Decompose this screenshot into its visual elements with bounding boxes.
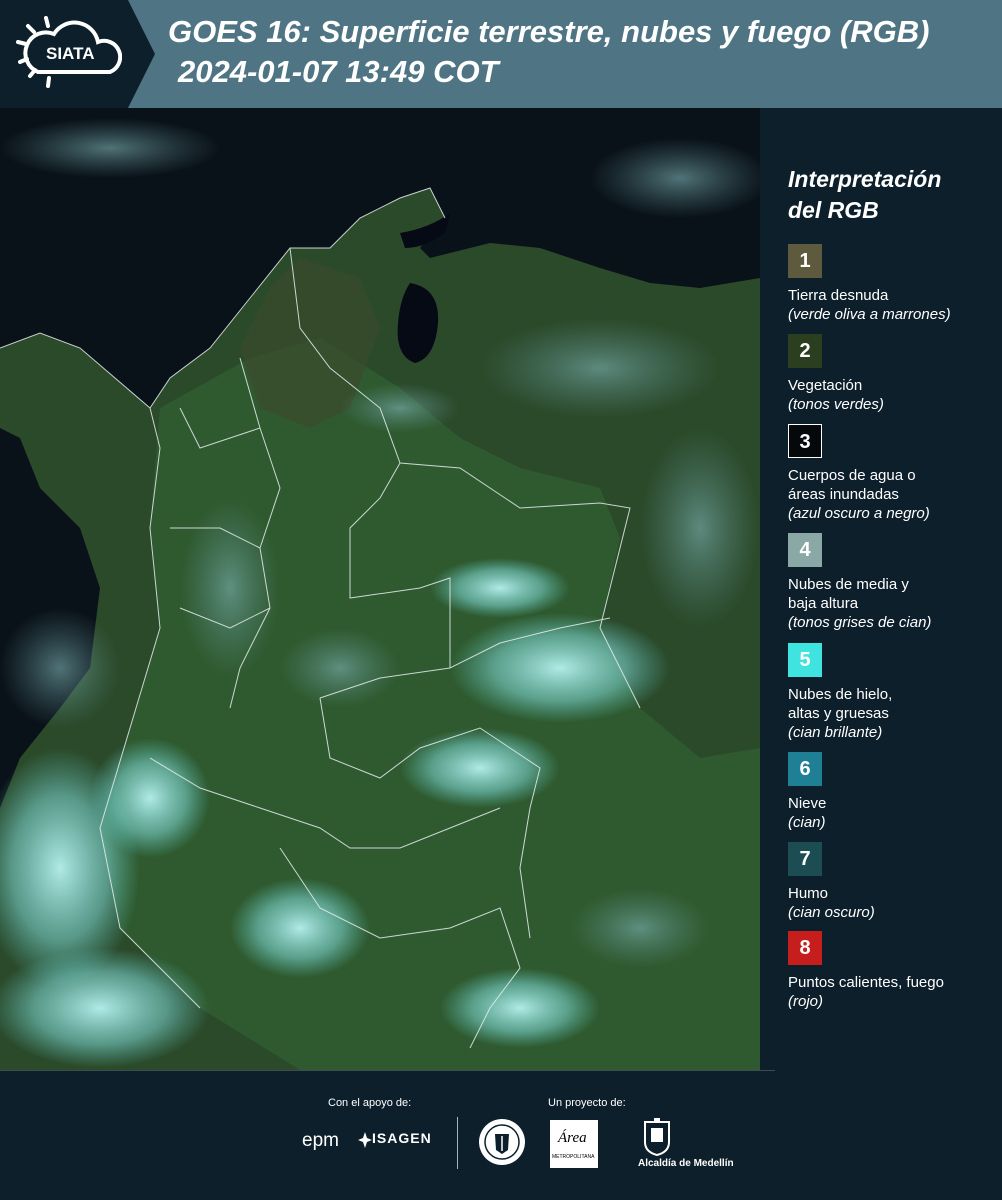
legend-item-label-line2: baja altura xyxy=(788,595,859,612)
legend-item-bare-land: 1 Tierra desnuda (verde oliva a marrones… xyxy=(788,244,951,324)
satellite-image[interactable] xyxy=(0,108,760,1070)
swatch-6: 6 xyxy=(788,752,822,786)
timestamp: 2024-01-07 13:49 COT xyxy=(178,54,499,89)
university-seal-icon xyxy=(479,1119,525,1165)
legend-item-fire: 8 Puntos calientes, fuego (rojo) xyxy=(788,931,944,1011)
legend-item-water: 3 Cuerpos de agua o áreas inundadas (azu… xyxy=(788,424,930,523)
footer-divider xyxy=(0,1070,775,1071)
legend-item-label: Nieve xyxy=(788,795,827,812)
support-label: Con el apoyo de: xyxy=(328,1097,412,1109)
area-logo-text: Área xyxy=(558,1130,587,1146)
logo-text: SIATA xyxy=(46,44,95,63)
swatch-4: 4 xyxy=(788,533,822,567)
legend-item-note: (azul oscuro a negro) xyxy=(788,505,930,522)
legend-item-snow: 6 Nieve (cian) xyxy=(788,752,826,832)
legend-item-note: (cian brillante) xyxy=(788,724,883,741)
legend-item-label: Puntos calientes, fuego xyxy=(788,974,944,991)
legend-item-note: (rojo) xyxy=(788,993,824,1010)
swatch-3: 3 xyxy=(788,424,822,458)
satellite-map xyxy=(0,108,760,1070)
swatch-1: 1 xyxy=(788,244,822,278)
legend-item-note: (cian) xyxy=(788,814,826,831)
project-label: Un proyecto de: xyxy=(548,1097,626,1109)
area-logo-subtext: METROPOLITANA xyxy=(552,1154,595,1160)
header: SIATA GOES 16: Superficie terrestre, nub… xyxy=(0,0,1002,108)
legend-item-label: Tierra desnuda xyxy=(788,287,889,304)
swatch-8: 8 xyxy=(788,931,822,965)
swatch-5: 5 xyxy=(788,643,822,677)
legend-item-label: Humo xyxy=(788,885,829,902)
alcaldia-logo: Alcaldía de Medellín xyxy=(638,1158,734,1169)
medellin-crest-icon xyxy=(644,1118,670,1156)
legend-item-note: (tonos grises de cian) xyxy=(788,614,932,631)
legend-item-ice-clouds: 5 Nubes de hielo, altas y gruesas (cian … xyxy=(788,643,892,742)
footer: Con el apoyo de: Un proyecto de: epm ISA… xyxy=(0,1070,1002,1200)
legend-title-line2: del RGB xyxy=(788,197,879,223)
page-title: GOES 16: Superficie terrestre, nubes y f… xyxy=(168,14,930,49)
legend-item-note: (cian oscuro) xyxy=(788,904,875,921)
legend-item-smoke: 7 Humo (cian oscuro) xyxy=(788,842,875,922)
isagen-icon xyxy=(358,1132,372,1148)
legend-item-note: (verde oliva a marrones) xyxy=(788,306,951,323)
logo-divider xyxy=(457,1117,458,1169)
isagen-logo: ISAGEN xyxy=(372,1130,432,1146)
epm-logo: epm xyxy=(302,1130,339,1151)
legend-item-vegetation: 2 Vegetación (tonos verdes) xyxy=(788,334,884,414)
legend-item-label-line2: altas y gruesas xyxy=(788,705,889,722)
area-metropolitana-logo: Área METROPOLITANA xyxy=(550,1120,598,1168)
legend-item-label: Vegetación xyxy=(788,377,863,394)
legend-item-label: Nubes de hielo, xyxy=(788,686,893,703)
swatch-2: 2 xyxy=(788,334,822,368)
legend-item-label: Nubes de media y xyxy=(788,576,909,593)
legend-title-line1: Interpretación xyxy=(788,166,942,192)
legend-item-label-line2: áreas inundadas xyxy=(788,486,899,503)
legend-title: Interpretación del RGB xyxy=(788,164,941,226)
siata-logo[interactable]: SIATA xyxy=(0,0,155,108)
legend-item-low-clouds: 4 Nubes de media y baja altura (tonos gr… xyxy=(788,533,931,632)
legend-item-note: (tonos verdes) xyxy=(788,396,884,413)
legend: Interpretación del RGB 1 Tierra desnuda … xyxy=(760,108,1002,1070)
swatch-7: 7 xyxy=(788,842,822,876)
legend-item-label: Cuerpos de agua o xyxy=(788,467,916,484)
